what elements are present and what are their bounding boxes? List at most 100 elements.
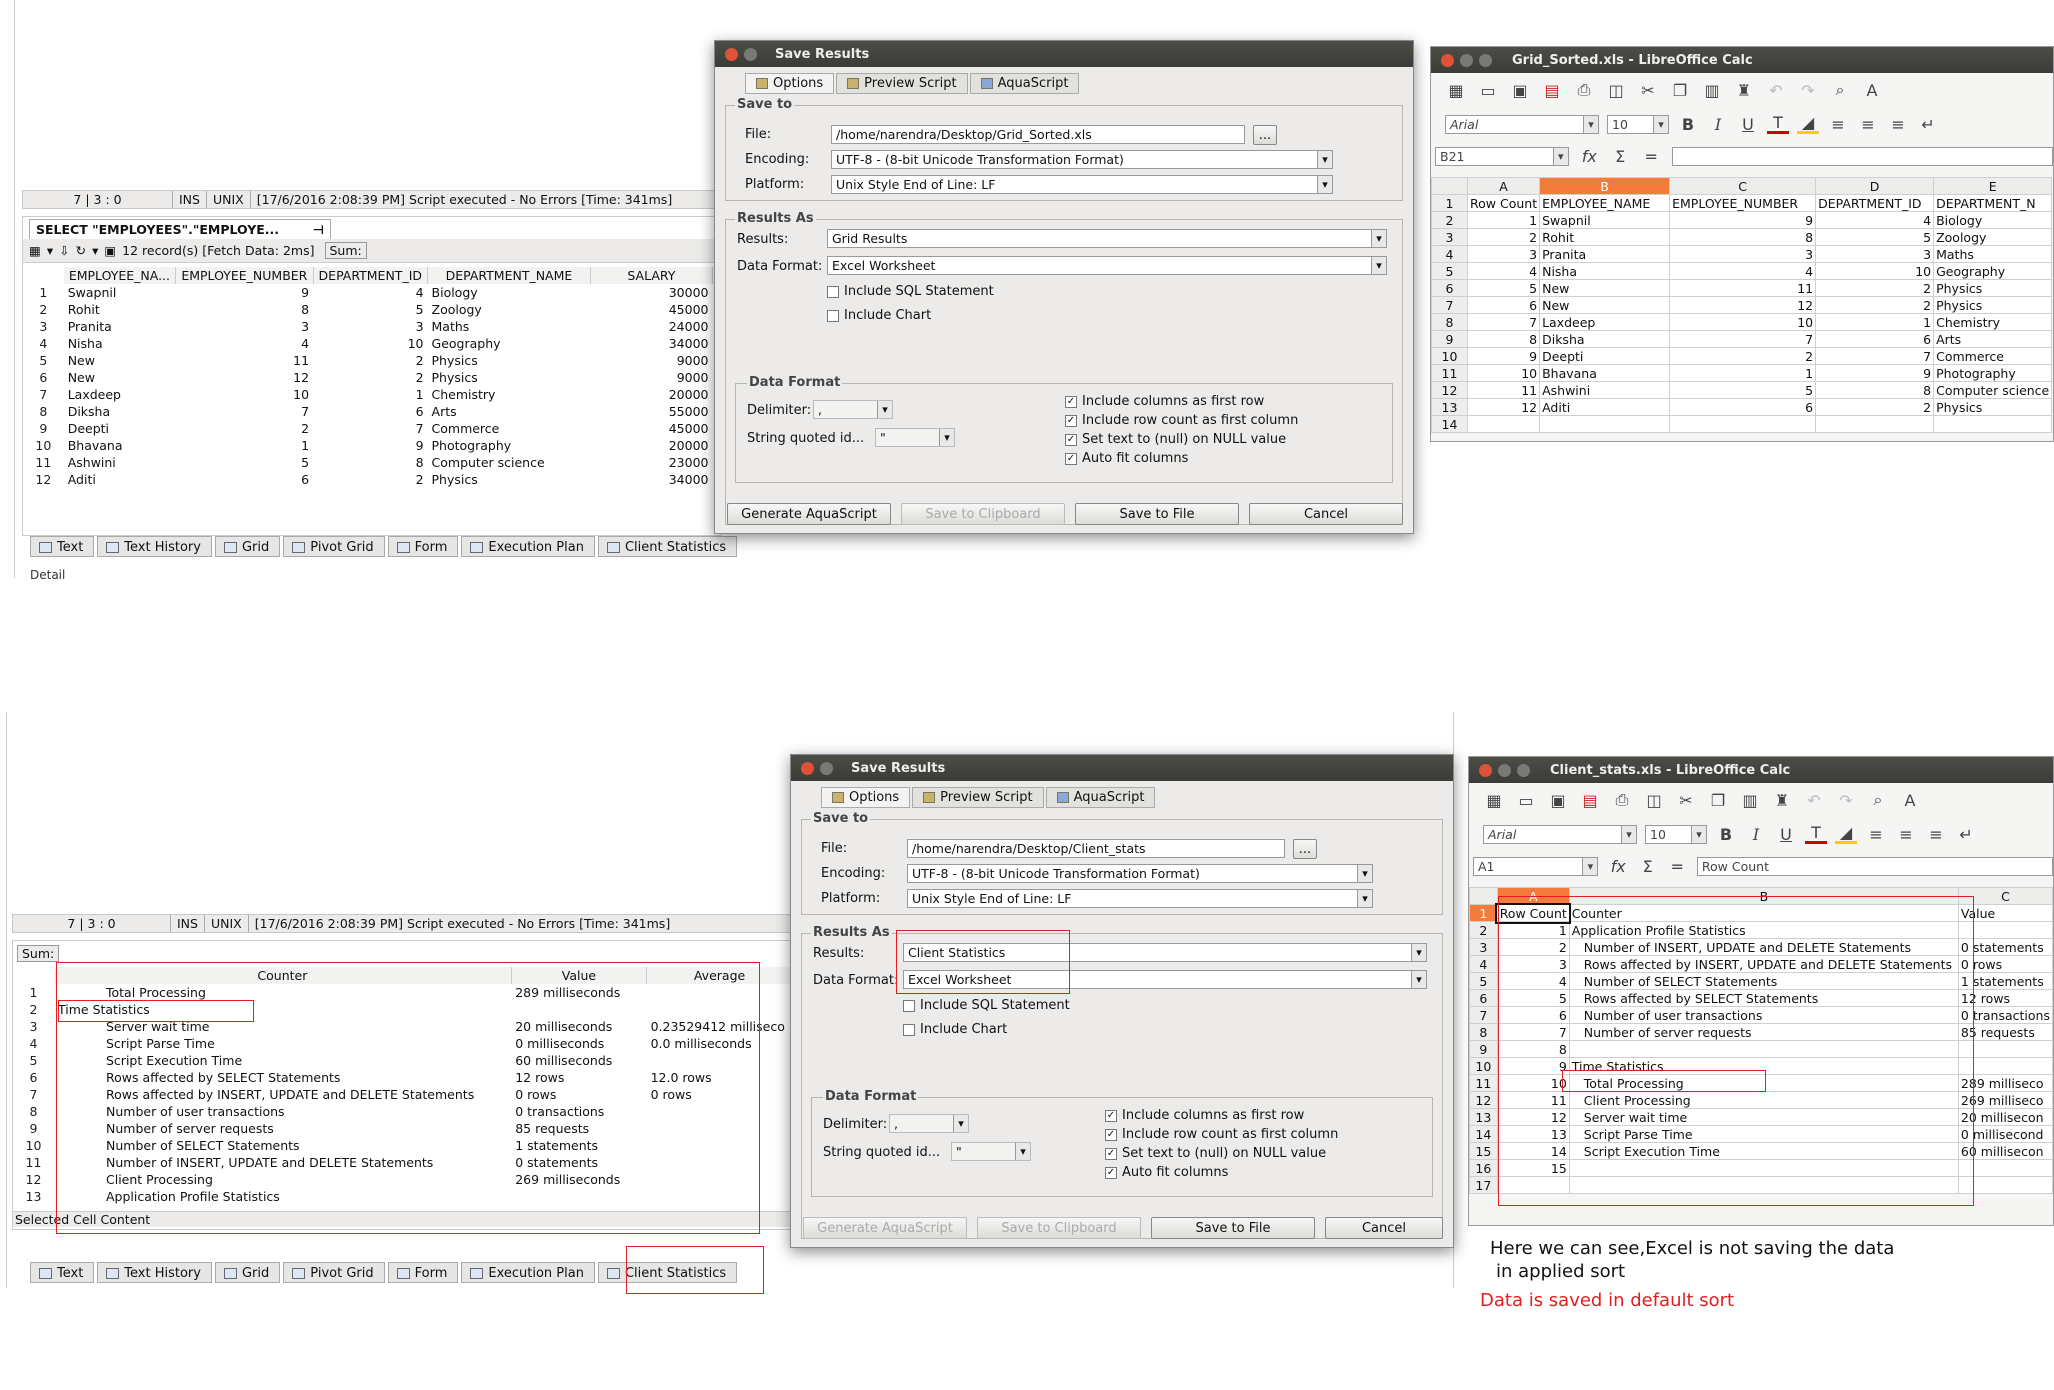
grid-cell[interactable]: New	[64, 369, 176, 386]
sheet-cell[interactable]	[1669, 415, 1817, 433]
align-left-icon[interactable]: ≡	[1827, 114, 1849, 134]
grid-cell[interactable]: 8	[313, 454, 427, 471]
sheet-cell[interactable]: 7	[1815, 347, 1935, 365]
equals-icon[interactable]: =	[1641, 146, 1662, 166]
tab-text[interactable]: Text	[30, 536, 95, 557]
include-chart-checkbox[interactable]: Include Chart	[903, 1022, 1007, 1037]
sheet-row[interactable]: 6 5 New 11 2 Physics	[1431, 279, 2053, 297]
save-icon[interactable]: ▣	[1547, 790, 1569, 810]
grid-cell[interactable]: 5	[176, 454, 313, 471]
grid-cell[interactable]: Computer science	[428, 454, 591, 471]
sum-icon[interactable]: Σ	[1638, 856, 1658, 876]
sheet-cell[interactable]: 3	[1669, 245, 1817, 263]
sheet-cell[interactable]: 11	[1466, 381, 1541, 399]
close-icon[interactable]	[725, 47, 738, 61]
file-input[interactable]: /home/narendra/Desktop/Client_stats	[907, 839, 1285, 858]
align-right-icon[interactable]: ≡	[1925, 824, 1947, 844]
sheet-cell[interactable]: New	[1539, 296, 1671, 314]
include-sql-checkbox[interactable]: Include SQL Statement	[827, 284, 994, 299]
row-header[interactable]: 12	[1431, 381, 1468, 399]
sheet-cell[interactable]: Nisha	[1539, 262, 1671, 280]
sheet-row[interactable]: 1 Row Count EMPLOYEE_NAME EMPLOYEE_NUMBER DE…	[1431, 194, 2053, 212]
export-icon[interactable]: ⇩	[59, 243, 69, 258]
maximize-icon[interactable]	[1479, 53, 1492, 67]
sheet-row[interactable]: 11 10 Bhavana 1 9 Photography	[1431, 364, 2053, 382]
sheet-cell[interactable]: Geography	[1933, 262, 2053, 280]
grid-cell[interactable]: Maths	[428, 318, 591, 335]
sheet-cell[interactable]	[1539, 415, 1671, 433]
row-header[interactable]: 13	[1469, 1108, 1498, 1126]
tab-text-history[interactable]: Text History	[97, 1262, 212, 1283]
sheet-cell[interactable]: 9	[1466, 347, 1541, 365]
browse-button[interactable]: ...	[1253, 125, 1277, 145]
table-row[interactable]: 12 Aditi 6 2 Physics 34000	[23, 471, 713, 488]
sheet-cell[interactable]: 2	[1815, 296, 1935, 314]
grid-cell[interactable]: 7	[313, 420, 427, 437]
sheet-cell[interactable]: Arts	[1933, 330, 2053, 348]
column-header[interactable]: C	[1669, 177, 1817, 195]
find-replace-icon[interactable]: ⌕	[1867, 790, 1889, 810]
grid-cell[interactable]: 10	[176, 386, 313, 403]
highlight-color-icon[interactable]: ◢	[1835, 823, 1857, 844]
close-icon[interactable]	[801, 761, 814, 775]
save-to-file-button[interactable]: Save to File	[1151, 1217, 1315, 1239]
grid-cell[interactable]: 8	[176, 301, 313, 318]
bold-icon[interactable]: B	[1677, 114, 1699, 134]
grid-cell[interactable]: 1	[176, 437, 313, 454]
sheet-cell[interactable]: Biology	[1933, 211, 2053, 229]
sheet-cell[interactable]: Laxdeep	[1539, 313, 1671, 331]
sheet-cell[interactable]: 8	[1815, 381, 1935, 399]
generate-aquascript-button[interactable]: Generate AquaScript	[803, 1217, 967, 1239]
font-color-icon[interactable]: T	[1767, 113, 1789, 134]
grid-cell[interactable]: Laxdeep	[64, 386, 176, 403]
font-name-select[interactable]: Arial	[1445, 114, 1599, 134]
sheet-row[interactable]: 8 7 Laxdeep 10 1 Chemistry	[1431, 313, 2053, 331]
sum-button[interactable]: Sum:	[17, 945, 60, 962]
tab-form[interactable]: Form	[387, 536, 459, 557]
tab-text[interactable]: Text	[30, 1262, 95, 1283]
wrap-text-icon[interactable]: ↵	[1955, 824, 1977, 844]
sheet-cell[interactable]: 3	[1815, 245, 1935, 263]
sheet-cell[interactable]: Maths	[1933, 245, 2053, 263]
tab-form[interactable]: Form	[387, 1262, 459, 1283]
column-header[interactable]: EMPLOYEE_NUMBER	[175, 267, 314, 284]
wrap-text-icon[interactable]: ↵	[1917, 114, 1939, 134]
redo-icon[interactable]: ↷	[1797, 80, 1819, 100]
sum-icon[interactable]: Σ	[1610, 146, 1631, 166]
null-text-checkbox[interactable]: ✓ Set text to (null) on NULL value	[1065, 432, 1286, 447]
pdf-export-icon[interactable]: ▤	[1579, 790, 1601, 810]
sheet-cell[interactable]: 10	[1669, 313, 1817, 331]
delimiter-select[interactable]: ,	[889, 1114, 969, 1133]
tab-preview-script[interactable]: Preview Script	[912, 787, 1044, 808]
sheet-row[interactable]: 4 3 Pranita 3 3 Maths	[1431, 245, 2053, 263]
sheet-cell[interactable]: Row Count	[1466, 194, 1541, 212]
grid-cell[interactable]: 3	[313, 318, 427, 335]
row-header[interactable]: 10	[1431, 347, 1468, 365]
font-name-select[interactable]: Arial	[1483, 824, 1637, 844]
open-folder-icon[interactable]: ▭	[1515, 790, 1537, 810]
tab-aquascript[interactable]: AquaScript	[1045, 787, 1156, 808]
table-row[interactable]: 2 Rohit 8 5 Zoology 45000	[23, 301, 713, 318]
grid-cell[interactable]: 34000	[590, 335, 712, 352]
sheet-row[interactable]: 5 4 Nisha 4 10 Geography	[1431, 262, 2053, 280]
sheet-cell[interactable]: 2	[1466, 228, 1541, 246]
row-header[interactable]: 4	[1431, 245, 1468, 263]
grid-cell[interactable]: Diksha	[64, 403, 176, 420]
row-header[interactable]: 7	[1469, 1006, 1498, 1024]
encoding-select[interactable]: UTF-8 - (8-bit Unicode Transformation Fo…	[831, 150, 1333, 169]
grid-cell[interactable]: Aditi	[64, 471, 176, 488]
sheet-cell[interactable]: DEPARTMENT_N	[1933, 194, 2053, 212]
font-size-select[interactable]: 10	[1645, 824, 1707, 844]
grid-cell[interactable]: 3	[176, 318, 313, 335]
grid-cell[interactable]: Pranita	[64, 318, 176, 335]
row-header[interactable]: 6	[1431, 279, 1468, 297]
paste-icon[interactable]: ▥	[1739, 790, 1761, 810]
grid-cell[interactable]: Deepti	[64, 420, 176, 437]
italic-icon[interactable]: I	[1745, 824, 1767, 844]
sheet-cell[interactable]: Computer science	[1933, 381, 2053, 399]
string-quoted-select[interactable]: "	[951, 1142, 1031, 1161]
name-box[interactable]: B21	[1435, 146, 1569, 166]
encoding-select[interactable]: UTF-8 - (8-bit Unicode Transformation Fo…	[907, 864, 1373, 883]
sheet-row[interactable]: 12 11 Ashwini 5 8 Computer science	[1431, 381, 2053, 399]
grid-cell[interactable]: 9000	[590, 352, 712, 369]
